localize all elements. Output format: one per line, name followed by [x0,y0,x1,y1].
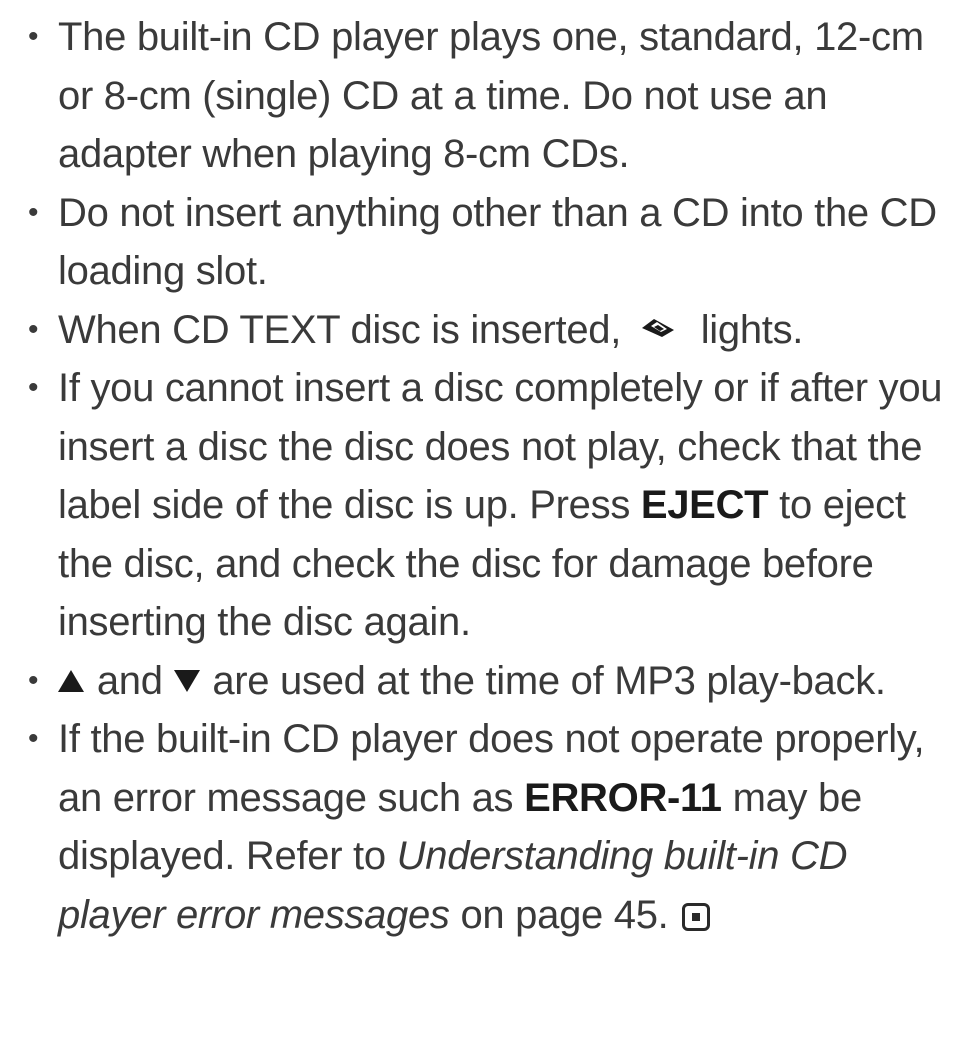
down-triangle-icon [173,669,200,692]
notes-list: • The built-in CD player plays one, stan… [28,8,963,944]
item-text: The built-in CD player plays one, standa… [58,15,924,176]
manual-page: • The built-in CD player plays one, stan… [0,0,979,1052]
item-text-after: lights. [700,307,804,352]
up-triangle-icon [58,669,84,692]
item-text-after: on page 45. [460,892,669,937]
list-item-insert-only-cd: • Do not insert anything other than a CD… [28,184,963,301]
error-code: ERROR-11 [524,775,722,820]
list-item-cd-size: • The built-in CD player plays one, stan… [28,8,963,184]
bullet-icon: • [28,663,39,697]
list-item-disc-problem: • If you cannot insert a disc completely… [28,359,963,652]
eject-button-label: EJECT [640,483,769,527]
bullet-icon: • [28,312,39,346]
bullet-icon: • [28,195,39,229]
bullet-icon: • [28,371,39,404]
list-item-error-message: • If the built-in CD player does not ope… [28,710,963,944]
list-item-mp3-keys: • and are used at the time of MP3 play-b… [28,652,963,711]
bullet-icon: • [28,20,39,53]
item-text: Do not insert anything other than a CD i… [58,190,937,294]
item-text-before: When CD TEXT disc is inserted, [58,307,622,352]
cd-text-indicator-icon [641,318,674,337]
end-of-section-icon [682,902,711,931]
item-text-after: are used at the time of MP3 play-back. [212,658,886,703]
bullet-icon: • [28,722,39,755]
list-item-cd-text: • When CD TEXT disc is inserted, lights. [28,301,963,360]
item-text-middle: and [96,658,163,703]
